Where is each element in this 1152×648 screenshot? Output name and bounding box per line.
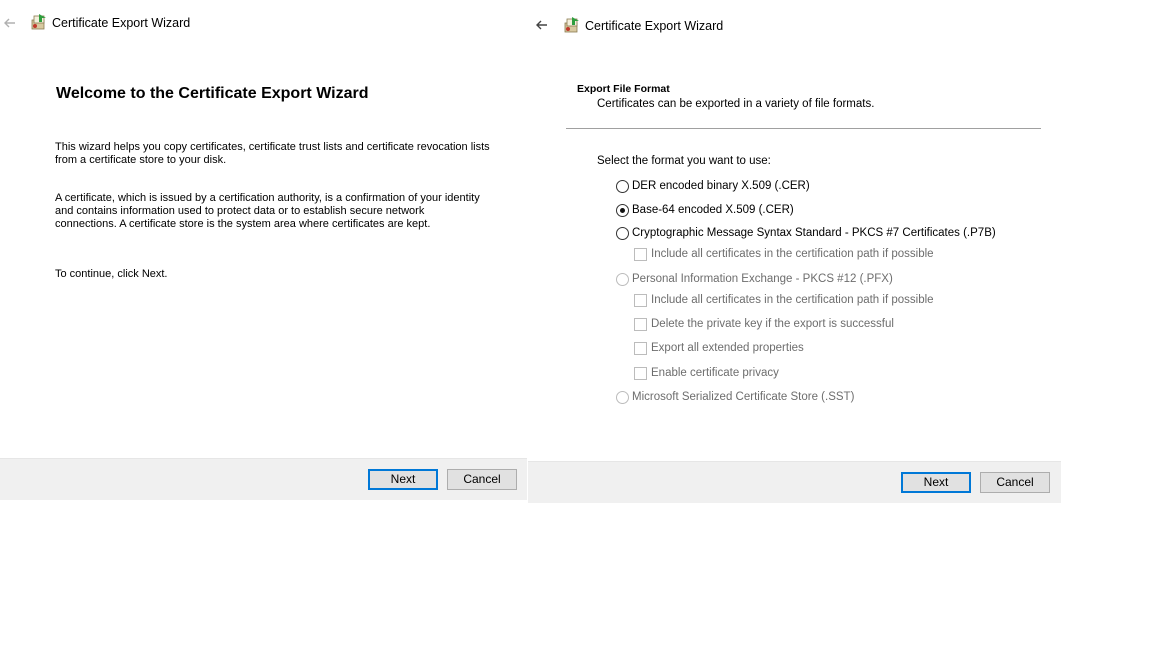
option-label: Include all certificates in the certific… [651, 248, 934, 260]
format-option-sst: Microsoft Serialized Certificate Store (… [616, 389, 854, 405]
checkbox [634, 293, 647, 307]
section-subtitle: Certificates can be exported in a variet… [597, 98, 875, 110]
option-label: Export all extended properties [651, 342, 804, 354]
button-bar: Next Cancel [528, 461, 1061, 503]
back-arrow-icon[interactable] [2, 15, 18, 31]
export-extended-properties-checkbox: Export all extended properties [634, 340, 804, 356]
cancel-button[interactable]: Cancel [447, 469, 517, 490]
section-title: Export File Format [577, 83, 670, 95]
checkbox [634, 341, 647, 355]
radio-button [616, 272, 629, 286]
option-label: Include all certificates in the certific… [651, 294, 934, 306]
option-label: DER encoded binary X.509 (.CER) [632, 180, 810, 192]
certificate-wizard-icon [564, 17, 579, 33]
option-label: Personal Information Exchange - PKCS #12… [632, 273, 893, 285]
pfx-include-chain-checkbox: Include all certificates in the certific… [634, 292, 934, 308]
format-option-der[interactable]: DER encoded binary X.509 (.CER) [616, 178, 810, 194]
radio-button [616, 390, 629, 404]
format-option-pkcs7[interactable]: Cryptographic Message Syntax Standard - … [616, 225, 996, 241]
radio-button-selected[interactable] [616, 203, 629, 217]
button-bar: Next Cancel [0, 458, 527, 500]
page-heading: Welcome to the Certificate Export Wizard [56, 85, 369, 102]
certificate-privacy-checkbox: Enable certificate privacy [634, 365, 779, 381]
format-option-base64[interactable]: Base-64 encoded X.509 (.CER) [616, 202, 794, 218]
certificate-wizard-icon [31, 14, 46, 30]
format-prompt: Select the format you want to use: [597, 155, 771, 167]
option-label: Enable certificate privacy [651, 367, 779, 379]
pkcs7-include-chain-checkbox: Include all certificates in the certific… [634, 246, 934, 262]
format-option-pfx: Personal Information Exchange - PKCS #12… [616, 271, 893, 287]
next-button[interactable]: Next [901, 472, 971, 493]
option-label: Microsoft Serialized Certificate Store (… [632, 391, 855, 403]
option-label: Delete the private key if the export is … [651, 318, 894, 330]
description-paragraph: A certificate, which is issued by a cert… [55, 192, 480, 230]
checkbox [634, 247, 647, 261]
wizard-format-window: Certificate Export Wizard Export File Fo… [528, 0, 1061, 503]
option-label: Base-64 encoded X.509 (.CER) [632, 204, 794, 216]
header-divider [566, 128, 1041, 129]
delete-private-key-checkbox: Delete the private key if the export is … [634, 316, 894, 332]
radio-button[interactable] [616, 226, 629, 240]
radio-button[interactable] [616, 179, 629, 193]
checkbox [634, 317, 647, 331]
window-title: Certificate Export Wizard [585, 19, 724, 33]
next-button[interactable]: Next [368, 469, 438, 490]
back-arrow-icon[interactable] [534, 17, 550, 33]
window-title: Certificate Export Wizard [52, 16, 191, 30]
option-label: Cryptographic Message Syntax Standard - … [632, 227, 996, 239]
checkbox [634, 366, 647, 380]
continue-instruction: To continue, click Next. [55, 268, 168, 280]
intro-paragraph: This wizard helps you copy certificates,… [55, 141, 490, 166]
wizard-welcome-window: Certificate Export Wizard Welcome to the… [0, 0, 527, 500]
cancel-button[interactable]: Cancel [980, 472, 1050, 493]
